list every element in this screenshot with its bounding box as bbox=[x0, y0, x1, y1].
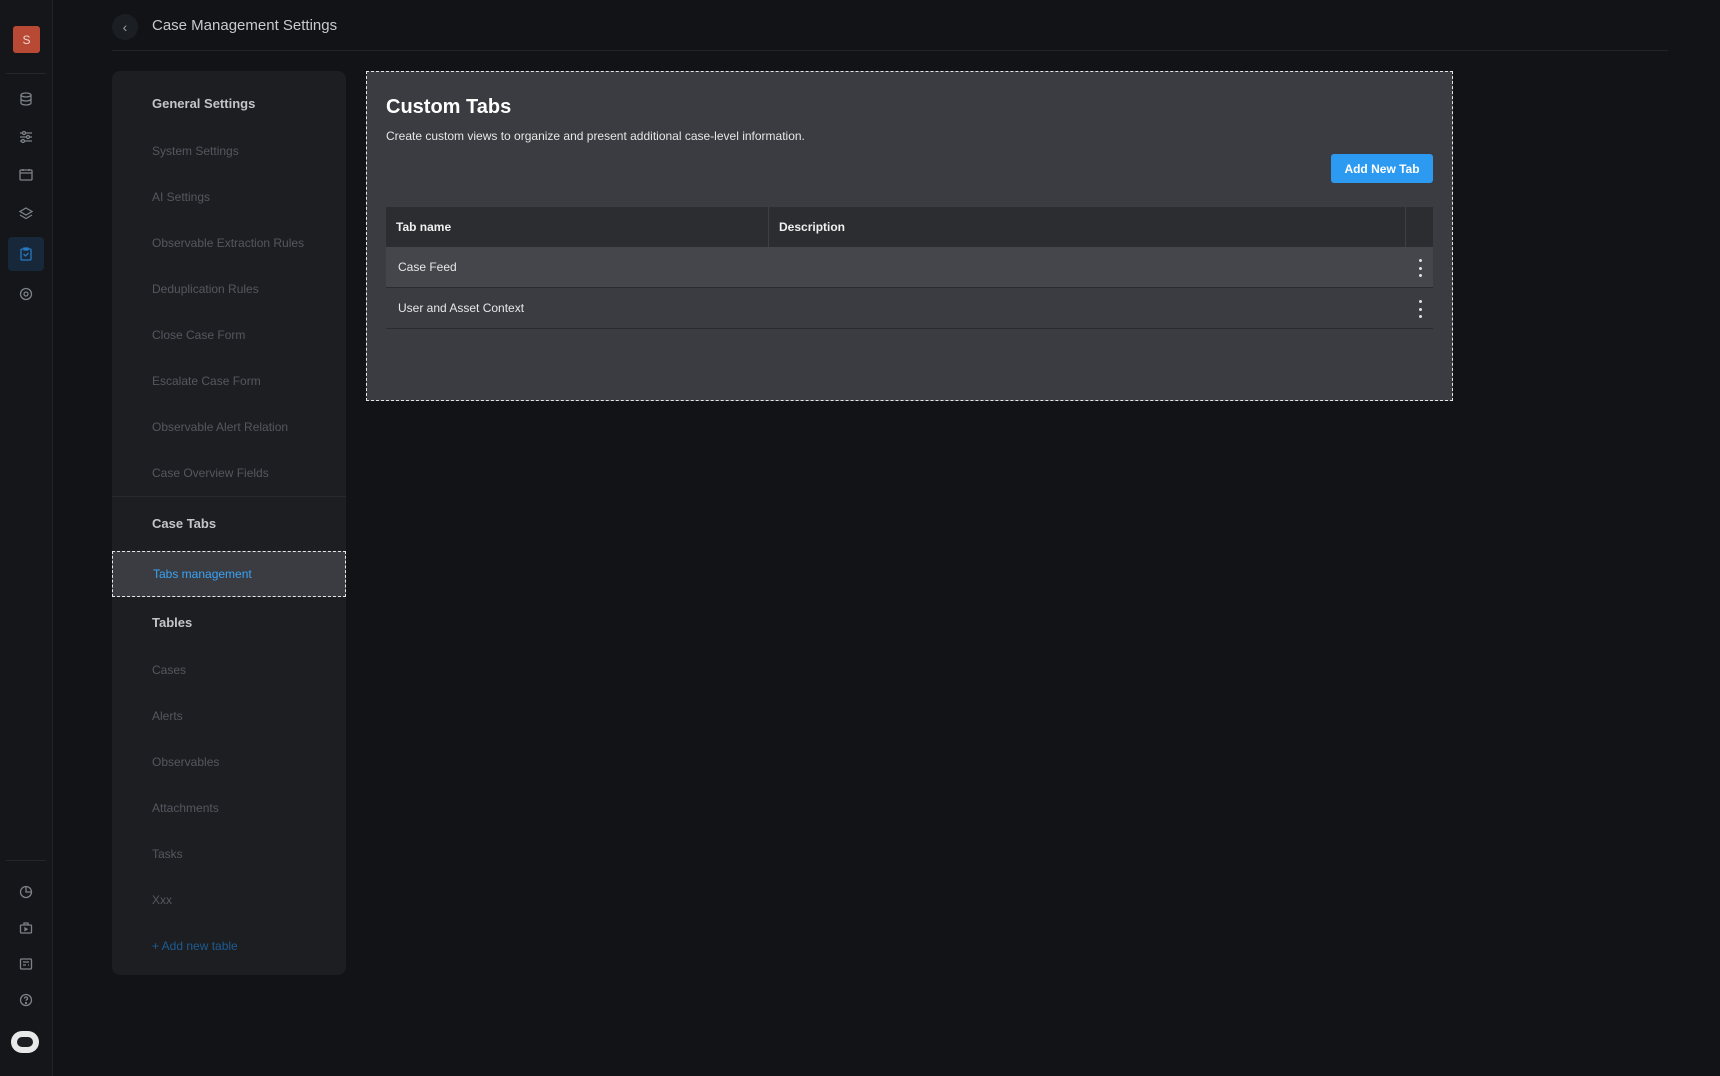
nav-item-system-settings[interactable]: System Settings bbox=[152, 144, 239, 158]
nav-divider bbox=[112, 496, 346, 497]
clock-icon[interactable] bbox=[8, 875, 44, 909]
nav-item-observables[interactable]: Observables bbox=[152, 755, 219, 769]
nav-item-tabs-management[interactable]: Tabs management bbox=[112, 551, 346, 597]
target-icon[interactable] bbox=[8, 277, 44, 311]
rail-divider bbox=[6, 860, 46, 861]
rail-divider bbox=[6, 73, 46, 74]
icon-rail: S bbox=[0, 0, 53, 1076]
reports-icon[interactable] bbox=[8, 947, 44, 981]
column-header-description[interactable]: Description bbox=[769, 207, 1406, 247]
add-new-table-link[interactable]: + Add new table bbox=[152, 939, 238, 953]
add-new-tab-button[interactable]: Add New Tab bbox=[1331, 154, 1433, 183]
custom-tabs-panel: Custom Tabs Create custom views to organ… bbox=[366, 71, 1453, 401]
nav-item-alerts[interactable]: Alerts bbox=[152, 709, 183, 723]
chevron-left-icon: ‹ bbox=[122, 19, 128, 35]
briefcase-icon[interactable] bbox=[8, 911, 44, 945]
back-button[interactable]: ‹ bbox=[112, 14, 138, 40]
column-header-actions bbox=[1406, 207, 1433, 247]
nav-item-observable-alert-relation[interactable]: Observable Alert Relation bbox=[152, 420, 288, 434]
more-options-icon[interactable] bbox=[1415, 259, 1425, 277]
database-icon[interactable] bbox=[8, 82, 44, 116]
sliders-icon[interactable] bbox=[8, 120, 44, 154]
nav-item-case-overview-fields[interactable]: Case Overview Fields bbox=[152, 466, 269, 480]
nav-item-escalate-case-form[interactable]: Escalate Case Form bbox=[152, 374, 261, 388]
top-bar: ‹ Case Management Settings bbox=[112, 12, 1668, 42]
nav-item-cases[interactable]: Cases bbox=[152, 663, 186, 677]
nav-group-general-settings: General Settings bbox=[152, 96, 256, 111]
layers-icon[interactable] bbox=[8, 197, 44, 231]
settings-nav: General Settings System Settings AI Sett… bbox=[112, 71, 346, 975]
nav-item-tasks[interactable]: Tasks bbox=[152, 847, 183, 861]
table-header: Tab name Description bbox=[386, 207, 1433, 247]
tabs-table: Tab name Description Case Feed User and … bbox=[386, 207, 1433, 329]
header-divider bbox=[112, 50, 1668, 51]
assistant-bot-icon[interactable] bbox=[11, 1031, 39, 1053]
panel-description: Create custom views to organize and pres… bbox=[386, 129, 805, 143]
nav-group-case-tabs: Case Tabs bbox=[152, 516, 217, 531]
nav-item-xxx[interactable]: Xxx bbox=[152, 893, 172, 907]
table-row[interactable]: User and Asset Context bbox=[386, 288, 1433, 329]
tab-name-cell: Case Feed bbox=[398, 260, 457, 274]
nav-item-ai-settings[interactable]: AI Settings bbox=[152, 190, 210, 204]
column-header-tab-name[interactable]: Tab name bbox=[386, 207, 769, 247]
table-row[interactable]: Case Feed bbox=[386, 247, 1433, 288]
cases-icon[interactable] bbox=[8, 237, 44, 271]
nav-item-observable-extraction-rules[interactable]: Observable Extraction Rules bbox=[152, 236, 304, 250]
panel-title: Custom Tabs bbox=[386, 96, 512, 118]
nav-item-attachments[interactable]: Attachments bbox=[152, 801, 219, 815]
calendar-icon[interactable] bbox=[8, 158, 44, 192]
nav-item-deduplication-rules[interactable]: Deduplication Rules bbox=[152, 282, 259, 296]
nav-item-label: Tabs management bbox=[153, 567, 252, 581]
page-title: Case Management Settings bbox=[152, 17, 338, 34]
nav-item-close-case-form[interactable]: Close Case Form bbox=[152, 328, 245, 342]
nav-group-tables: Tables bbox=[152, 615, 193, 630]
more-options-icon[interactable] bbox=[1415, 300, 1425, 318]
help-icon[interactable] bbox=[8, 983, 44, 1017]
tab-name-cell: User and Asset Context bbox=[398, 301, 525, 315]
user-avatar[interactable]: S bbox=[13, 26, 40, 53]
